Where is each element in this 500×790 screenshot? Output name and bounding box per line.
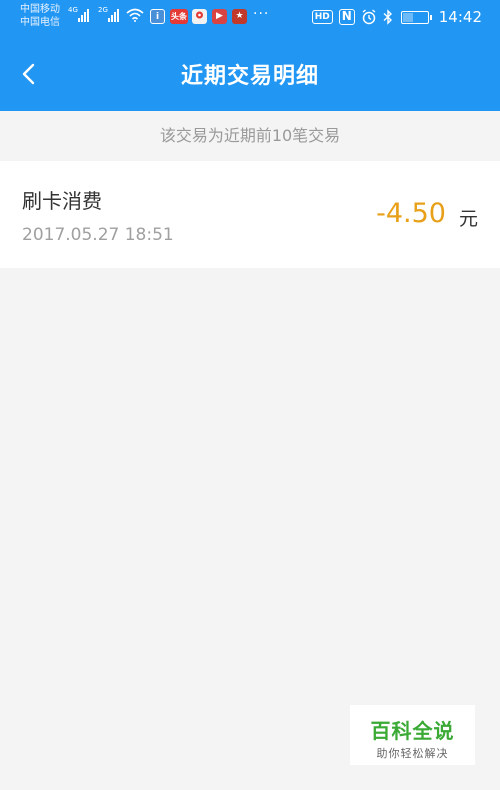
carrier-2-label: 中国电信 bbox=[20, 17, 60, 28]
video-app-icon: ▶ bbox=[212, 9, 227, 24]
maps-app-icon bbox=[192, 9, 207, 24]
transaction-type: 刷卡消费 bbox=[22, 189, 102, 213]
currency-unit: 元 bbox=[458, 208, 478, 230]
status-bar: 中国移动 中国电信 4G 2G i 头条 ▶ ★ ··· HD N 14:42 bbox=[0, 0, 500, 36]
battery-icon bbox=[400, 10, 432, 24]
transaction-amount: -4.50 bbox=[376, 198, 446, 229]
transaction-notice: 该交易为近期前10笔交易 bbox=[159, 126, 341, 145]
carrier-1-label: 中国移动 bbox=[20, 4, 60, 15]
status-right-group: HD N 14:42 bbox=[311, 7, 482, 27]
transaction-item[interactable]: 刷卡消费 2017.05.27 18:51 -4.50 元 bbox=[0, 161, 500, 268]
signal-4g-icon: 4G bbox=[68, 6, 89, 22]
transaction-datetime: 2017.05.27 18:51 bbox=[22, 225, 174, 245]
screen: 中国移动 中国电信 4G 2G i 头条 ▶ ★ ··· HD N 14:42 … bbox=[0, 0, 500, 790]
carrier-info: 中国移动 中国电信 bbox=[20, 3, 60, 29]
game-app-icon: ★ bbox=[232, 9, 247, 24]
page-title: 近期交易明细 bbox=[180, 64, 319, 89]
bluetooth-icon bbox=[383, 9, 392, 25]
alarm-icon bbox=[362, 9, 376, 25]
info-app-icon: i bbox=[150, 9, 165, 24]
header-bar: 近期交易明细 bbox=[0, 36, 500, 111]
watermark-slogan: 助你轻松解决 bbox=[376, 747, 449, 760]
more-notifications-icon: ··· bbox=[253, 6, 270, 22]
nfc-icon: N bbox=[338, 9, 355, 25]
hd-voice-icon: HD bbox=[311, 10, 333, 24]
watermark-brand: 百科全说 bbox=[370, 719, 455, 743]
wifi-icon bbox=[126, 8, 144, 22]
watermark-logo: 百科全说 助你轻松解决 bbox=[350, 705, 475, 765]
clock: 14:42 bbox=[438, 8, 482, 26]
signal-2g-icon: 2G bbox=[98, 6, 119, 22]
toutiao-app-icon: 头条 bbox=[170, 9, 188, 24]
